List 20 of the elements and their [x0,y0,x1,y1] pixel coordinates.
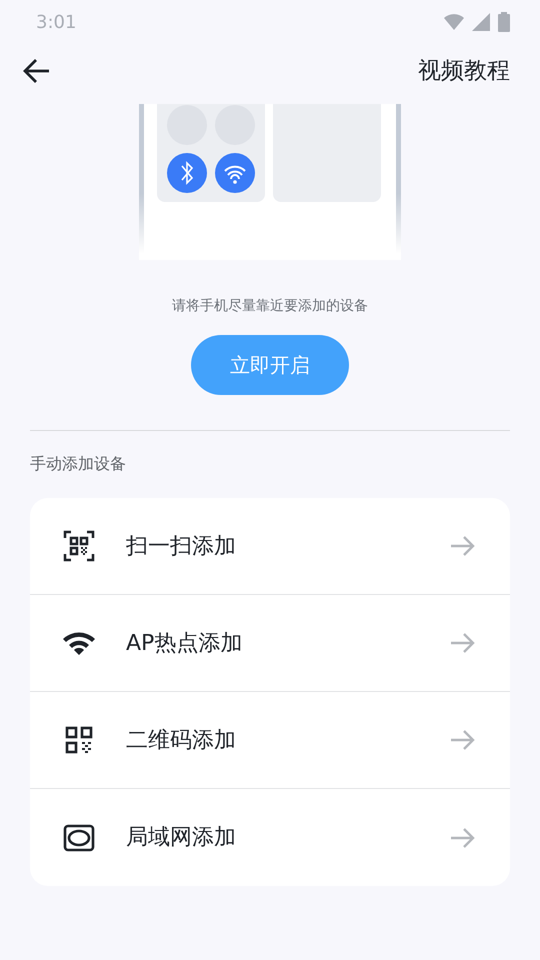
arrow-right-icon[interactable] [450,632,476,654]
option-label[interactable]: AP热点添加 [126,626,450,660]
video-tutorial-link[interactable]: 视频教程 [418,54,510,88]
section-title: 手动添加设备 [30,454,126,473]
option-label[interactable]: 扫一扫添加 [126,530,450,562]
option-label[interactable]: 二维码添加 [126,724,450,756]
option-label[interactable]: 局域网添加 [126,821,450,854]
qr-code-icon [65,726,93,754]
hint-text: 请将手机尽量靠近要添加的设备 [171,297,369,316]
arrow-right-icon[interactable] [450,535,476,557]
signal-icon [472,13,490,31]
wifi-icon [62,631,96,655]
arrow-right-icon[interactable] [450,826,476,848]
back-arrow-icon[interactable] [22,58,50,84]
battery-icon [498,12,510,32]
scan-icon [63,530,95,562]
lan-icon [63,824,95,852]
arrow-right-icon[interactable] [450,729,476,751]
status-time: 3:01 [36,10,76,34]
wifi-status-icon [444,14,464,30]
